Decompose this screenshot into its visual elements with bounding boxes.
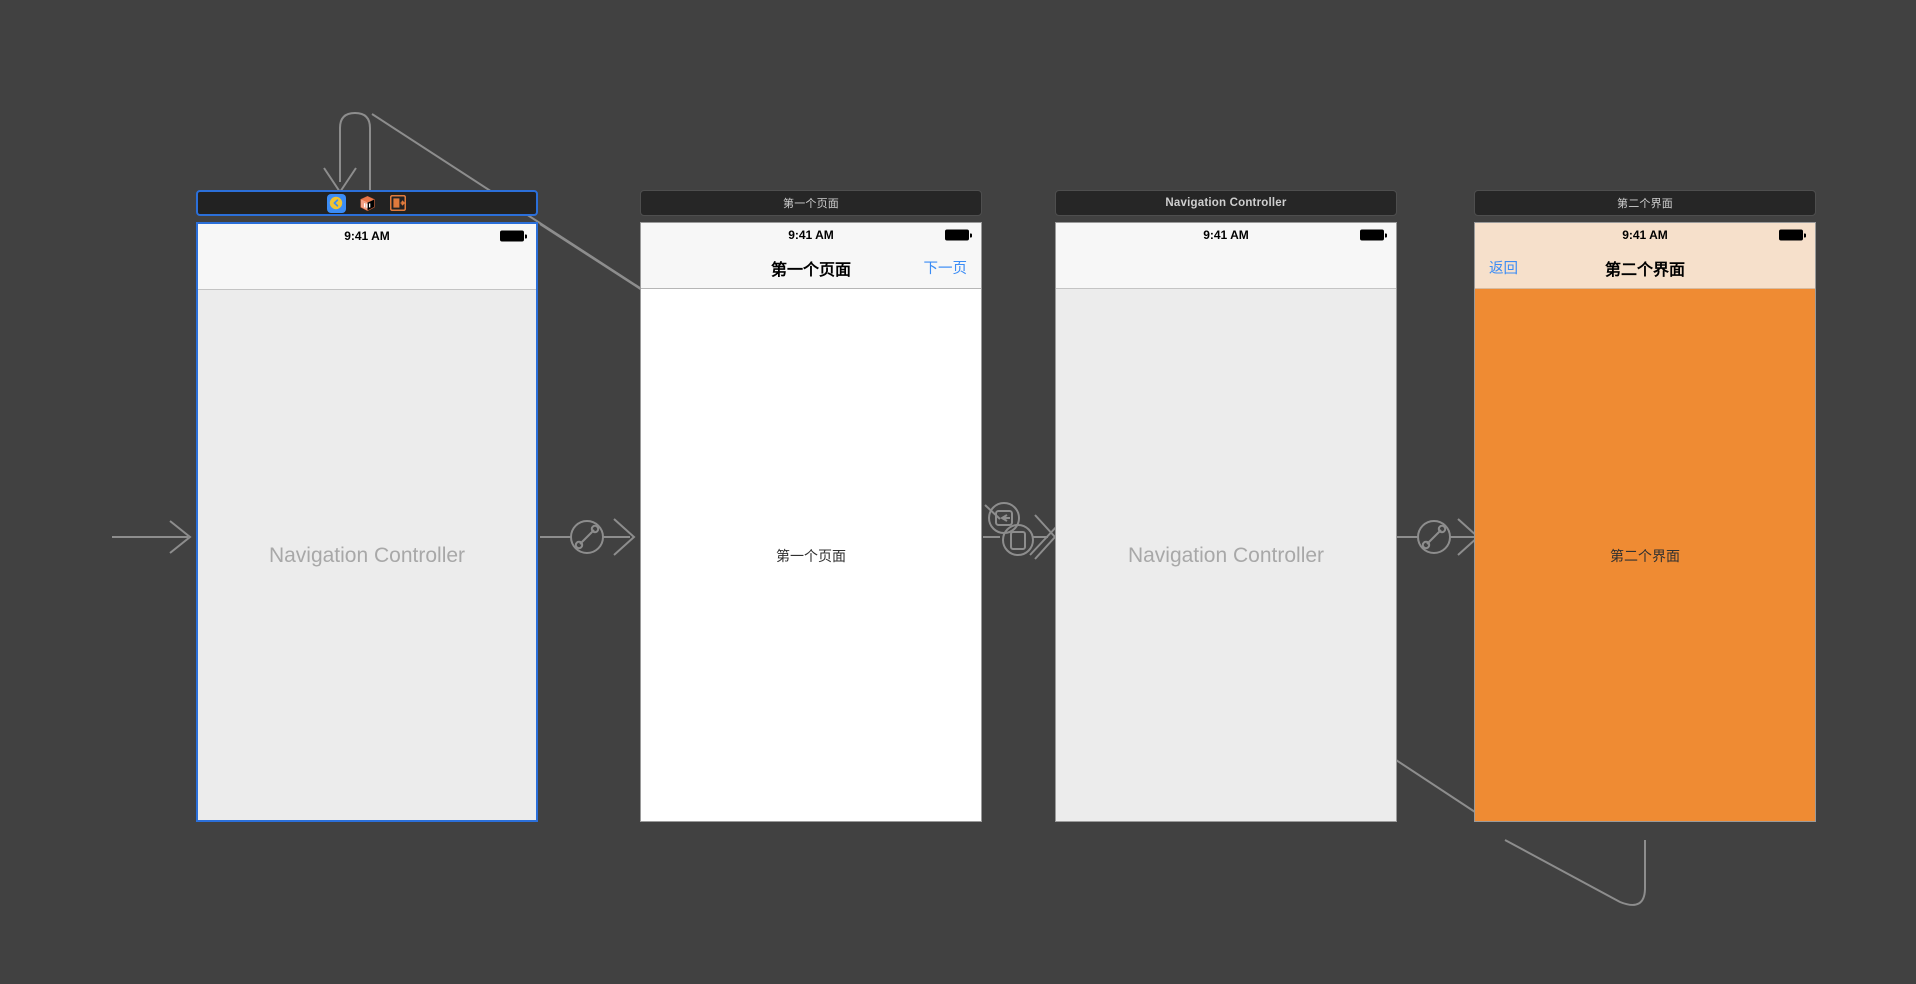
nav-back-button[interactable]: 返回 — [1489, 257, 1518, 278]
scene-second-page[interactable]: 第二个界面 9:41 AM 返回 第二个界面 第二个界面 — [1474, 190, 1816, 822]
battery-icon — [1779, 229, 1806, 241]
navigation-controller-icon[interactable] — [326, 193, 346, 213]
status-bar: 9:41 AM — [198, 224, 536, 248]
view-body[interactable]: 第二个界面 — [1475, 290, 1815, 821]
battery-icon — [945, 229, 972, 241]
navigation-bar: 返回 第二个界面 — [1475, 247, 1815, 289]
status-bar: 9:41 AM — [1475, 223, 1815, 247]
status-bar-time: 9:41 AM — [344, 229, 390, 243]
scene-navigation-controller-2[interactable]: Navigation Controller 9:41 AM Navigation… — [1055, 190, 1397, 822]
initial-view-controller-arrow[interactable] — [112, 520, 192, 554]
navigation-bar: 第一个页面 下一页 — [641, 247, 981, 289]
scene-title-label: 第一个页面 — [783, 198, 839, 210]
status-bar: 9:41 AM — [1056, 223, 1396, 247]
view-body[interactable]: Navigation Controller — [198, 291, 536, 820]
body-label: 第二个界面 — [1610, 547, 1680, 564]
exit-icon[interactable] — [389, 194, 408, 213]
view-body[interactable]: 第一个页面 — [641, 290, 981, 821]
relationship-segue-root-1[interactable] — [540, 518, 636, 556]
nav-title: 第二个界面 — [1604, 261, 1685, 279]
body-label: 第一个页面 — [776, 547, 846, 564]
status-bar: 9:41 AM — [641, 223, 981, 247]
scene-first-page[interactable]: 第一个页面 9:41 AM 第一个页面 下一页 第一个页面 — [640, 190, 982, 822]
relationship-segue-root-2[interactable] — [1395, 518, 1480, 556]
first-responder-icon[interactable] — [358, 194, 377, 213]
scene-title-bar[interactable]: Navigation Controller — [1055, 190, 1397, 216]
storyboard-canvas[interactable]: 9:41 AM Navigation Controller 第一个页面 9:41… — [0, 0, 1916, 984]
battery-icon — [500, 230, 527, 242]
scene-title-bar-selected[interactable] — [196, 190, 538, 216]
status-bar-time: 9:41 AM — [1203, 228, 1249, 242]
status-bar-time: 9:41 AM — [788, 228, 834, 242]
scene-title-bar[interactable]: 第一个页面 — [640, 190, 982, 216]
device-canvas-3[interactable]: 9:41 AM Navigation Controller — [1055, 222, 1397, 822]
navigation-bar — [198, 248, 536, 290]
navigation-bar — [1056, 247, 1396, 289]
nav-title: 第一个页面 — [770, 261, 851, 279]
segue-present-modally[interactable] — [1002, 514, 1059, 560]
battery-icon — [1360, 229, 1387, 241]
view-body[interactable]: Navigation Controller — [1056, 290, 1396, 821]
placeholder-label: Navigation Controller — [268, 543, 466, 567]
scene-navigation-controller-1[interactable]: 9:41 AM Navigation Controller — [196, 190, 538, 822]
device-canvas-2[interactable]: 9:41 AM 第一个页面 下一页 第一个页面 — [640, 222, 982, 822]
nav-next-button[interactable]: 下一页 — [924, 257, 968, 278]
scene-title-bar[interactable]: 第二个界面 — [1474, 190, 1816, 216]
scene-title-label: Navigation Controller — [1165, 197, 1287, 209]
status-bar-time: 9:41 AM — [1622, 228, 1668, 242]
device-canvas-4[interactable]: 9:41 AM 返回 第二个界面 第二个界面 — [1474, 222, 1816, 822]
placeholder-label: Navigation Controller — [1127, 543, 1325, 567]
scene-title-label: 第二个界面 — [1617, 198, 1673, 210]
segue-show-second[interactable] — [983, 502, 1020, 538]
device-canvas-1[interactable]: 9:41 AM Navigation Controller — [196, 222, 538, 822]
